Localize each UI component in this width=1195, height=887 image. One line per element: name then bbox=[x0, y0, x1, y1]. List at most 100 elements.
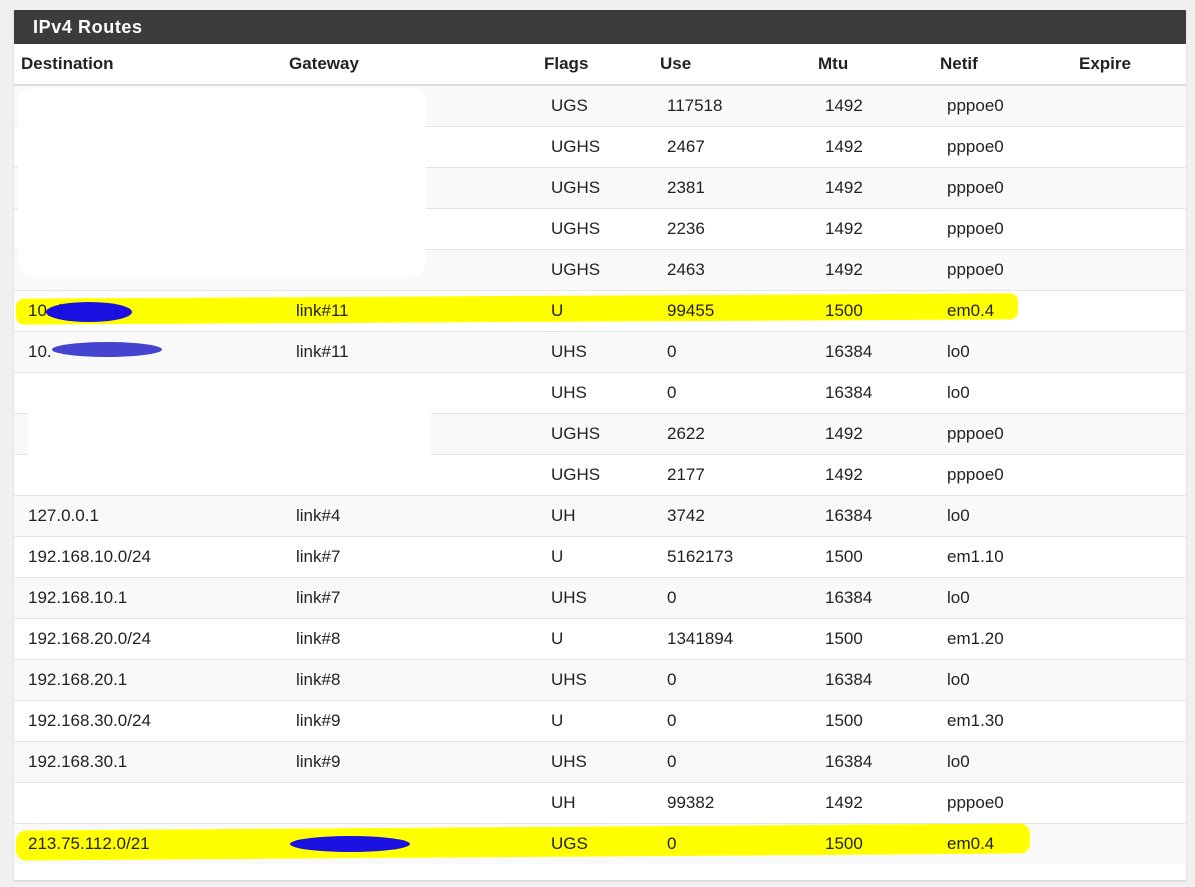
cell-mtu-text: 16384 bbox=[825, 752, 873, 771]
cell-destination bbox=[14, 126, 282, 168]
table-header-row: Destination Gateway Flags Use Mtu Netif … bbox=[14, 44, 1186, 86]
cell-mtu-text: 1500 bbox=[825, 629, 863, 648]
cell-gateway-text: link#4 bbox=[296, 506, 341, 525]
column-header-netif[interactable]: Netif bbox=[933, 44, 1072, 86]
cell-use: 2467 bbox=[653, 126, 811, 168]
cell-netif: pppoe0 bbox=[933, 84, 1072, 127]
cell-mtu-text: 1492 bbox=[825, 465, 863, 484]
cell-gateway-text: link#8 bbox=[296, 670, 341, 689]
table-row: 10. /22 link#11 U 99455 1500 em0.4 bbox=[14, 290, 1186, 332]
cell-flags-text: UGHS bbox=[551, 178, 601, 197]
cell-netif-text: em0.4 bbox=[947, 834, 995, 853]
cell-gateway: link#8 bbox=[282, 659, 537, 701]
cell-netif-text: em0.4 bbox=[947, 301, 995, 320]
cell-destination bbox=[14, 372, 282, 414]
cell-flags-text: UHS bbox=[551, 588, 587, 607]
table-row: 213.75.112.0/21 UGS 0 1500 em0.4 bbox=[14, 823, 1186, 864]
cell-gateway: link#7 bbox=[282, 577, 537, 619]
cell-mtu: 16384 bbox=[811, 659, 933, 701]
column-header-mtu[interactable]: Mtu bbox=[811, 44, 933, 86]
cell-expire bbox=[1072, 413, 1186, 455]
cell-gateway: link#8 bbox=[282, 618, 537, 660]
cell-destination bbox=[14, 454, 282, 496]
cell-flags-text: UHS bbox=[551, 752, 587, 771]
cell-expire bbox=[1072, 495, 1186, 537]
table-row: 192.168.10.1 link#7 UHS 0 16384 lo0 bbox=[14, 577, 1186, 619]
cell-destination bbox=[14, 208, 282, 250]
cell-netif: pppoe0 bbox=[933, 454, 1072, 496]
column-header-flags[interactable]: Flags bbox=[537, 44, 653, 86]
cell-netif-text: pppoe0 bbox=[947, 465, 1004, 484]
cell-mtu-text: 16384 bbox=[825, 670, 873, 689]
cell-destination bbox=[14, 413, 282, 455]
cell-gateway-text: link#9 bbox=[296, 752, 341, 771]
cell-flags-text: UGHS bbox=[551, 219, 601, 238]
cell-flags: UHS bbox=[537, 577, 653, 619]
cell-use: 0 bbox=[653, 372, 811, 414]
cell-gateway: link#11 bbox=[282, 290, 537, 332]
cell-use: 99382 bbox=[653, 782, 811, 824]
cell-flags: U bbox=[537, 618, 653, 660]
cell-gateway-text: link#8 bbox=[296, 629, 341, 648]
cell-mtu: 1500 bbox=[811, 823, 933, 864]
cell-netif: lo0 bbox=[933, 659, 1072, 701]
cell-expire bbox=[1072, 700, 1186, 742]
cell-netif: lo0 bbox=[933, 372, 1072, 414]
cell-destination-text: 192.168.20.1 bbox=[28, 670, 128, 689]
cell-mtu: 1492 bbox=[811, 84, 933, 127]
cell-gateway-text: link#7 bbox=[296, 547, 341, 566]
cell-use-text: 0 bbox=[667, 588, 677, 607]
column-header-expire[interactable]: Expire bbox=[1072, 44, 1186, 86]
cell-mtu-text: 16384 bbox=[825, 342, 873, 361]
cell-expire bbox=[1072, 741, 1186, 783]
cell-expire bbox=[1072, 331, 1186, 373]
cell-mtu: 1500 bbox=[811, 536, 933, 578]
table-row: 192.168.30.1 link#9 UHS 0 16384 lo0 bbox=[14, 741, 1186, 783]
column-header-gateway[interactable]: Gateway bbox=[282, 44, 537, 86]
column-header-destination[interactable]: Destination bbox=[14, 44, 282, 86]
cell-use: 0 bbox=[653, 331, 811, 373]
cell-netif-text: pppoe0 bbox=[947, 137, 1004, 156]
cell-netif-text: lo0 bbox=[947, 342, 970, 361]
cell-flags-text: UH bbox=[551, 793, 576, 812]
ipv4-routes-panel: IPv4 Routes Destination Gateway Flags Us… bbox=[14, 10, 1186, 880]
cell-gateway bbox=[282, 413, 537, 455]
cell-mtu: 1500 bbox=[811, 290, 933, 332]
cell-destination-text: 127.0.0.1 bbox=[28, 506, 99, 525]
cell-expire bbox=[1072, 454, 1186, 496]
cell-gateway bbox=[282, 372, 537, 414]
cell-destination bbox=[14, 84, 282, 127]
cell-netif: pppoe0 bbox=[933, 208, 1072, 250]
cell-mtu-text: 1492 bbox=[825, 96, 863, 115]
cell-use-text: 99382 bbox=[667, 793, 715, 812]
cell-flags-text: UHS bbox=[551, 383, 587, 402]
cell-flags: U bbox=[537, 290, 653, 332]
cell-mtu: 1492 bbox=[811, 249, 933, 291]
cell-gateway bbox=[282, 823, 537, 864]
cell-use: 0 bbox=[653, 577, 811, 619]
cell-netif-text: pppoe0 bbox=[947, 178, 1004, 197]
table-row: 127.0.0.1 link#4 UH 3742 16384 lo0 bbox=[14, 495, 1186, 537]
cell-flags: UGHS bbox=[537, 413, 653, 455]
cell-use: 0 bbox=[653, 823, 811, 864]
cell-flags-text: U bbox=[551, 301, 564, 320]
cell-destination: 192.168.30.0/24 bbox=[14, 700, 282, 742]
cell-destination-text: 192.168.20.0/24 bbox=[28, 629, 151, 648]
cell-flags: UGS bbox=[537, 84, 653, 127]
cell-mtu: 16384 bbox=[811, 372, 933, 414]
cell-expire bbox=[1072, 618, 1186, 660]
cell-gateway: link#4 bbox=[282, 495, 537, 537]
cell-use: 2236 bbox=[653, 208, 811, 250]
cell-mtu-text: 1492 bbox=[825, 424, 863, 443]
cell-gateway: link#7 bbox=[282, 536, 537, 578]
cell-mtu: 1500 bbox=[811, 618, 933, 660]
cell-flags-text: U bbox=[551, 711, 564, 730]
cell-use: 0 bbox=[653, 741, 811, 783]
cell-use-text: 3742 bbox=[667, 506, 705, 525]
cell-mtu-text: 1500 bbox=[825, 547, 863, 566]
cell-destination-text: 192.168.10.1 bbox=[28, 588, 128, 607]
cell-use-text: 5162173 bbox=[667, 547, 734, 566]
cell-use-text: 0 bbox=[667, 342, 677, 361]
column-header-use[interactable]: Use bbox=[653, 44, 811, 86]
cell-flags-text: UH bbox=[551, 506, 576, 525]
